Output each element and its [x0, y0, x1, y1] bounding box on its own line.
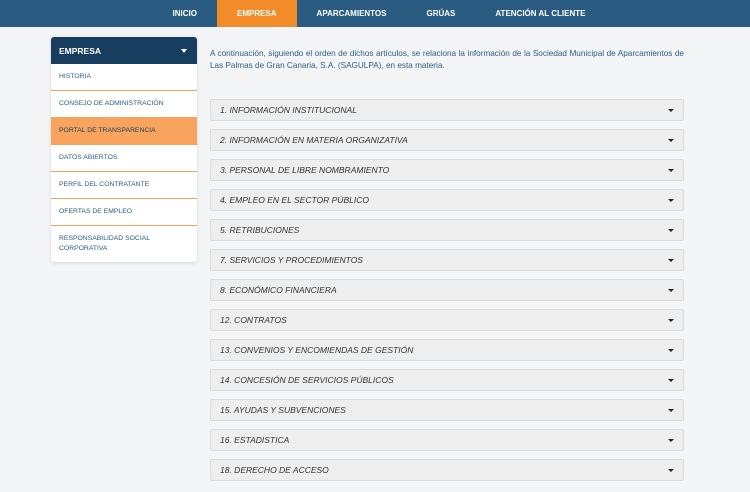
chevron-down-icon: [668, 168, 674, 172]
accordion-item-label: 8. ECONÓMICO FINANCIERA: [220, 285, 337, 295]
sidebar-title: EMPRESA: [59, 45, 102, 56]
accordion-item-label: 3. PERSONAL DE LIBRE NOMBRAMIENTO: [220, 165, 390, 175]
chevron-down-icon: [181, 48, 187, 53]
chevron-down-icon: [668, 378, 674, 382]
accordion-item-personal-libre-nombramiento[interactable]: 3. PERSONAL DE LIBRE NOMBRAMIENTO: [210, 159, 684, 181]
sidebar-header[interactable]: EMPRESA: [51, 37, 197, 64]
chevron-down-icon: [668, 198, 674, 202]
accordion-item-derecho-de-acceso[interactable]: 18. DERECHO DE ACCESO: [210, 459, 684, 481]
accordion-item-label: 14. CONCESIÓN DE SERVICIOS PÚBLICOS: [220, 375, 394, 385]
nav-item-aparcamientos[interactable]: APARCAMIENTOS: [297, 0, 407, 27]
nav-item-gruas[interactable]: GRÚAS: [406, 0, 475, 27]
sidebar-item-responsabilidad-social-corporativa[interactable]: RESPONSABILIDAD SOCIAL CORPORATIVA: [51, 226, 197, 262]
accordion-item-label: 7. SERVICIOS Y PROCEDIMIENTOS: [220, 255, 363, 265]
accordion-item-retribuciones[interactable]: 5. RETRIBUCIONES: [210, 219, 684, 241]
chevron-down-icon: [668, 318, 674, 322]
sidebar-item-perfil-del-contratante[interactable]: PERFIL DEL CONTRATANTE: [51, 172, 197, 199]
accordion-item-label: 4. EMPLEO EN EL SECTOR PÚBLICO: [220, 195, 369, 205]
accordion-item-label: 2. INFORMACIÓN EN MATERIA ORGANIZATIVA: [220, 135, 408, 145]
sidebar-item-datos-abiertos[interactable]: DATOS ABIERTOS: [51, 145, 197, 172]
accordion-item-label: 12. CONTRATOS: [220, 315, 287, 325]
chevron-down-icon: [668, 288, 674, 292]
accordion-item-estadistica[interactable]: 16. ESTADISTICA: [210, 429, 684, 451]
chevron-down-icon: [668, 468, 674, 472]
chevron-down-icon: [668, 258, 674, 262]
sidebar-item-consejo-de-administracion[interactable]: CONSEJO DE ADMINISTRACIÓN: [51, 91, 197, 118]
nav-item-empresa[interactable]: EMPRESA: [216, 0, 297, 27]
accordion-item-contratos[interactable]: 12. CONTRATOS: [210, 309, 684, 331]
accordion-item-convenios-encomiendas[interactable]: 13. CONVENIOS Y ENCOMIENDAS DE GESTIÓN: [210, 339, 684, 361]
top-navigation-bar: INICIO EMPRESA APARCAMIENTOS GRÚAS ATENC…: [0, 0, 750, 27]
accordion-item-label: 16. ESTADISTICA: [220, 435, 290, 445]
sidebar-item-ofertas-de-empleo[interactable]: OFERTAS DE EMPLEO: [51, 199, 197, 226]
accordion-item-empleo-sector-publico[interactable]: 4. EMPLEO EN EL SECTOR PÚBLICO: [210, 189, 684, 211]
accordion-item-servicios-procedimientos[interactable]: 7. SERVICIOS Y PROCEDIMIENTOS: [210, 249, 684, 271]
accordion-item-ayudas-subvenciones[interactable]: 15. AYUDAS Y SUBVENCIONES: [210, 399, 684, 421]
transparency-sections-accordion: 1. INFORMACIÓN INSTITUCIONAL 2. INFORMAC…: [210, 99, 684, 489]
chevron-down-icon: [668, 228, 674, 232]
chevron-down-icon: [668, 408, 674, 412]
intro-paragraph: A continuación, siguiendo el orden de di…: [210, 49, 684, 70]
sidebar: EMPRESA HISTORIA CONSEJO DE ADMINISTRACI…: [51, 37, 197, 262]
sidebar-item-historia[interactable]: HISTORIA: [51, 64, 197, 91]
accordion-item-economico-financiera[interactable]: 8. ECONÓMICO FINANCIERA: [210, 279, 684, 301]
accordion-item-informacion-organizativa[interactable]: 2. INFORMACIÓN EN MATERIA ORGANIZATIVA: [210, 129, 684, 151]
chevron-down-icon: [668, 138, 674, 142]
accordion-item-concesion-servicios-publicos[interactable]: 14. CONCESIÓN DE SERVICIOS PÚBLICOS: [210, 369, 684, 391]
chevron-down-icon: [668, 438, 674, 442]
accordion-item-label: 15. AYUDAS Y SUBVENCIONES: [220, 405, 346, 415]
chevron-down-icon: [668, 348, 674, 352]
accordion-item-label: 5. RETRIBUCIONES: [220, 225, 300, 235]
accordion-item-label: 13. CONVENIOS Y ENCOMIENDAS DE GESTIÓN: [220, 345, 414, 355]
top-navigation-menu: INICIO EMPRESA APARCAMIENTOS GRÚAS ATENC…: [153, 0, 606, 27]
chevron-down-icon: [668, 108, 674, 112]
accordion-item-label: 1. INFORMACIÓN INSTITUCIONAL: [220, 105, 357, 115]
sidebar-item-portal-de-transparencia[interactable]: PORTAL DE TRANSPARENCIA: [51, 118, 197, 145]
accordion-item-label: 18. DERECHO DE ACCESO: [220, 465, 329, 475]
nav-item-inicio[interactable]: INICIO: [153, 0, 217, 27]
accordion-item-informacion-institucional[interactable]: 1. INFORMACIÓN INSTITUCIONAL: [210, 99, 684, 121]
nav-item-atencion-al-cliente[interactable]: ATENCIÓN AL CLIENTE: [475, 0, 605, 27]
